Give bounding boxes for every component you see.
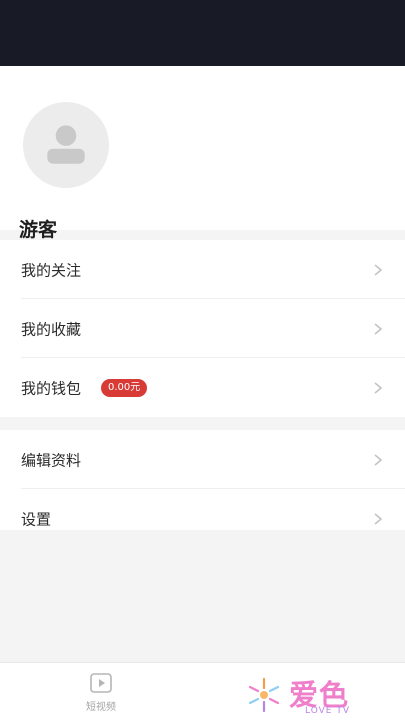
username: 游客 [19, 219, 58, 241]
profile-card: 游客 88888888 [0, 66, 405, 266]
menu-item-label: 我的钱包 [21, 379, 82, 397]
wallet-balance-badge: 0.00元 [101, 378, 148, 397]
watermark-logo: 爱色 LOVE TV [245, 672, 375, 718]
menu-group-settings: 编辑资料 设置 [0, 430, 405, 530]
menu-group-account: 我的关注 我的收藏 我的钱包 0.00元 [0, 240, 405, 417]
menu-item-favorites[interactable]: 我的收藏 [0, 299, 405, 358]
menu-item-following[interactable]: 我的关注 [0, 240, 405, 299]
chevron-right-icon [373, 512, 383, 526]
avatar[interactable] [20, 99, 112, 191]
chevron-right-icon [373, 453, 383, 467]
menu-item-settings[interactable]: 设置 [0, 489, 405, 548]
menu-item-label: 我的关注 [21, 261, 82, 279]
menu-item-label: 我的收藏 [21, 320, 82, 338]
chevron-right-icon [373, 322, 383, 336]
user-placeholder-icon [47, 125, 85, 164]
flower-logo-icon [248, 677, 280, 713]
watermark-subtitle: LOVE TV [305, 706, 350, 716]
chevron-right-icon [373, 381, 383, 395]
menu-item-label: 设置 [21, 510, 52, 528]
profile-header-background [0, 0, 405, 66]
tab-short-video[interactable]: 短视频 [70, 671, 132, 715]
play-video-icon [90, 673, 112, 693]
menu-item-wallet[interactable]: 我的钱包 0.00元 [0, 358, 405, 417]
menu-item-label: 编辑资料 [21, 451, 82, 469]
menu-item-edit-profile[interactable]: 编辑资料 [0, 430, 405, 489]
chevron-right-icon [373, 263, 383, 277]
tab-label: 短视频 [86, 702, 116, 713]
